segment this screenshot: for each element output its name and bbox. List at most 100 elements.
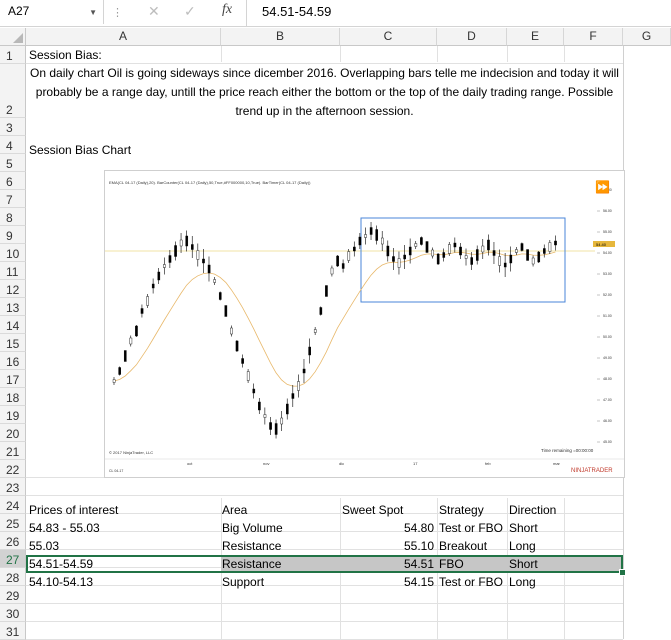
cell-a2[interactable]: On daily chart Oil is going sideways sin… xyxy=(26,64,623,121)
column-header-c[interactable]: C xyxy=(340,28,437,46)
row-header-7[interactable]: 7 xyxy=(0,190,26,208)
column-header-f[interactable]: F xyxy=(564,28,623,46)
row-header-29[interactable]: 29 xyxy=(0,586,26,604)
row-header-8[interactable]: 8 xyxy=(0,208,26,226)
candle-body xyxy=(420,237,423,245)
candle-body xyxy=(174,245,177,257)
name-box[interactable]: A27 ▼ xyxy=(0,0,104,24)
row-header-6[interactable]: 6 xyxy=(0,172,26,190)
column-header-g[interactable]: G xyxy=(623,28,671,46)
row-header-17[interactable]: 17 xyxy=(0,370,26,388)
candle-body xyxy=(358,236,362,246)
column-header-b[interactable]: B xyxy=(221,28,340,46)
candle-body xyxy=(235,340,239,352)
table-cell-a[interactable]: 54.10-54.13 xyxy=(29,575,93,589)
insert-function-icon[interactable]: fx xyxy=(222,2,232,18)
row-header-16[interactable]: 16 xyxy=(0,352,26,370)
formula-input[interactable]: 54.51-54.59 xyxy=(262,4,331,19)
row-header-24[interactable]: 24 xyxy=(0,496,26,514)
table-cell-b[interactable]: Big Volume xyxy=(222,521,283,535)
column-header-a[interactable]: A xyxy=(26,28,221,46)
fill-handle[interactable] xyxy=(619,569,626,576)
row-header-27[interactable]: 27 xyxy=(0,550,26,568)
row-header-15[interactable]: 15 xyxy=(0,334,26,352)
price-tick-label: 56.00 xyxy=(603,209,612,213)
candle-body xyxy=(123,350,127,362)
row-header-18[interactable]: 18 xyxy=(0,388,26,406)
table-cell-a[interactable]: 55.03 xyxy=(29,539,59,553)
candle-body xyxy=(336,255,339,267)
candle-body xyxy=(364,234,367,238)
table-cell-a[interactable]: 54.83 - 55.03 xyxy=(29,521,100,535)
chevron-down-icon[interactable]: ▼ xyxy=(89,8,97,17)
column-header-d[interactable]: D xyxy=(437,28,507,46)
row-header-31[interactable]: 31 xyxy=(0,622,26,640)
row-header-11[interactable]: 11 xyxy=(0,262,26,280)
candle-body xyxy=(135,325,138,337)
row-header-20[interactable]: 20 xyxy=(0,424,26,442)
candles xyxy=(112,222,557,439)
row-header-28[interactable]: 28 xyxy=(0,568,26,586)
row-header-12[interactable]: 12 xyxy=(0,280,26,298)
table-cell-c[interactable]: 54.80 xyxy=(404,521,434,535)
table-cell-b[interactable]: Support xyxy=(222,575,264,589)
chart-svg: EMA(CL 04-17 (Daily),20). BarCounter(CL … xyxy=(105,180,624,474)
table-cell-d[interactable]: Test or FBO xyxy=(439,521,503,535)
row-header-2[interactable]: 2 xyxy=(0,64,26,118)
price-tick-label: 54.00 xyxy=(603,251,612,255)
candle-body xyxy=(213,279,216,283)
table-header-strategy[interactable]: Strategy xyxy=(439,503,484,517)
session-bias-chart[interactable]: EMA(CL 04-17 (Daily),20). BarCounter(CL … xyxy=(104,170,625,478)
table-cell-e[interactable]: Short xyxy=(509,521,538,535)
cancel-icon[interactable]: ✕ xyxy=(148,3,160,20)
table-cell-c[interactable]: 54.15 xyxy=(404,575,434,589)
candle-body xyxy=(369,227,373,235)
end-marker-icon: ⏩ xyxy=(595,180,610,194)
row-header-14[interactable]: 14 xyxy=(0,316,26,334)
row-header-13[interactable]: 13 xyxy=(0,298,26,316)
price-tick-label: 55.00 xyxy=(603,230,612,234)
candle-body xyxy=(302,368,306,374)
candle-body xyxy=(392,256,395,262)
candle-body xyxy=(246,371,250,381)
row-header-19[interactable]: 19 xyxy=(0,406,26,424)
candle-body xyxy=(157,271,161,281)
candle-body xyxy=(168,255,172,263)
row-header-21[interactable]: 21 xyxy=(0,442,26,460)
table-header-prices[interactable]: Prices of interest xyxy=(29,503,118,517)
row-header-30[interactable]: 30 xyxy=(0,604,26,622)
column-header-e[interactable]: E xyxy=(507,28,564,46)
table-cell-e[interactable]: Long xyxy=(509,575,536,589)
candle-body xyxy=(475,249,479,261)
grid-line xyxy=(437,46,438,62)
candle-body xyxy=(313,329,317,333)
row-header-9[interactable]: 9 xyxy=(0,226,26,244)
table-header-area[interactable]: Area xyxy=(222,503,247,517)
row-header-22[interactable]: 22 xyxy=(0,460,26,478)
candle-body xyxy=(436,253,440,265)
price-tick-label: 53.00 xyxy=(603,272,612,276)
row-header-26[interactable]: 26 xyxy=(0,532,26,550)
table-cell-e[interactable]: Long xyxy=(509,539,536,553)
select-all-button[interactable] xyxy=(0,28,26,46)
enter-icon[interactable]: ✓ xyxy=(184,3,196,20)
row-header-25[interactable]: 25 xyxy=(0,514,26,532)
row-header-3[interactable]: 3 xyxy=(0,118,26,136)
table-cell-d[interactable]: Test or FBO xyxy=(439,575,503,589)
row-header-4[interactable]: 4 xyxy=(0,136,26,154)
grid-line xyxy=(26,603,623,604)
candle-body xyxy=(431,249,434,257)
candle-body xyxy=(503,262,507,268)
row-header-5[interactable]: 5 xyxy=(0,154,26,172)
row-header-10[interactable]: 10 xyxy=(0,244,26,262)
cell-a4[interactable]: Session Bias Chart xyxy=(29,143,131,157)
row-header-1[interactable]: 1 xyxy=(0,46,26,64)
row-header-23[interactable]: 23 xyxy=(0,478,26,496)
cell-a1[interactable]: Session Bias: xyxy=(29,48,102,62)
table-cell-d[interactable]: Breakout xyxy=(439,539,487,553)
ninjatrader-logo: NINJATRADER xyxy=(571,468,613,474)
table-header-direction[interactable]: Direction xyxy=(509,503,556,517)
table-cell-c[interactable]: 55.10 xyxy=(404,539,434,553)
table-cell-b[interactable]: Resistance xyxy=(222,539,281,553)
table-header-sweet-spot[interactable]: Sweet Spot xyxy=(342,503,403,517)
